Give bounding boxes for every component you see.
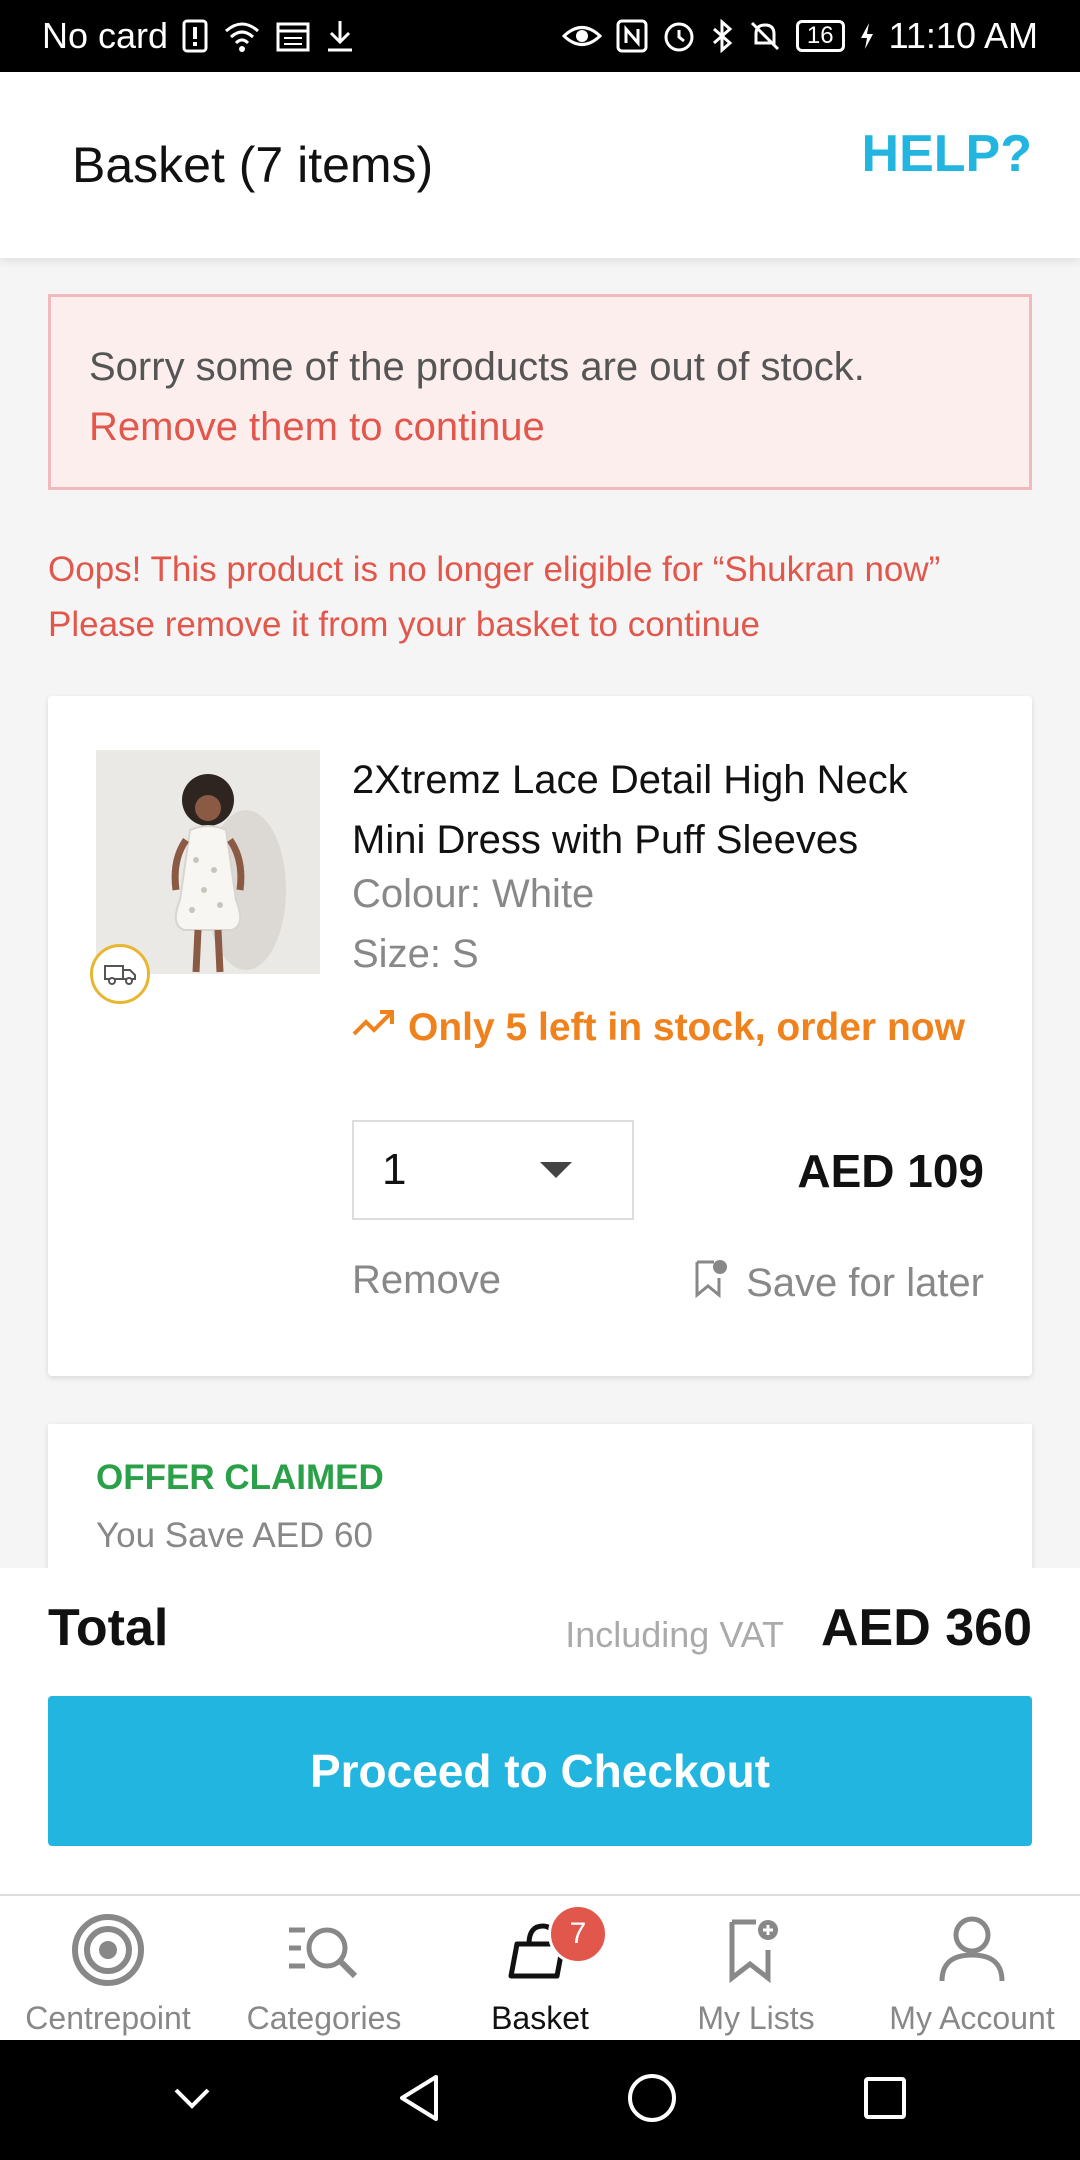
clock-time: 11:10 AM: [888, 15, 1038, 56]
calendar-icon: [276, 16, 310, 56]
eligibility-warning: Oops! This product is no longer eligible…: [48, 542, 1048, 652]
bookmark-add-icon: [716, 1910, 796, 1990]
nav-my-account[interactable]: My Account: [864, 1896, 1080, 2040]
total-value: AED 360: [821, 1599, 1032, 1657]
remove-button[interactable]: Remove: [352, 1258, 501, 1303]
help-link[interactable]: HELP?: [862, 124, 1032, 184]
eligibility-line-1: Oops! This product is no longer eligible…: [48, 550, 941, 589]
chevron-down-icon[interactable]: [172, 2086, 212, 2115]
offer-savings: You Save AED 60: [96, 1516, 373, 1555]
save-for-later-button[interactable]: Save for later: [694, 1258, 984, 1308]
alarm-icon: [662, 16, 696, 56]
carrier-text: No card: [42, 15, 169, 56]
wifi-icon: [222, 16, 262, 56]
nav-label: Basket: [491, 2000, 589, 2036]
eligibility-line-2: Please remove it from your basket to con…: [48, 605, 761, 644]
delivery-truck-icon: [90, 944, 150, 1004]
stock-message: Only 5 left in stock, order now: [408, 1006, 965, 1049]
product-name[interactable]: 2Xtremz Lace Detail High Neck Mini Dress…: [352, 750, 982, 870]
status-bar: No card 16 11:10 AM: [0, 0, 1080, 72]
alert-remove-link[interactable]: Remove them to continue: [89, 397, 991, 457]
home-icon[interactable]: [626, 2072, 678, 2129]
page-header: Basket (7 items) HELP?: [0, 72, 1080, 258]
nav-centrepoint[interactable]: Centrepoint: [0, 1896, 216, 2040]
nav-categories[interactable]: Categories: [216, 1896, 432, 2040]
bookmark-add-icon: [694, 1258, 728, 1308]
product-size: Size: S: [352, 932, 479, 976]
categories-search-icon: [284, 1910, 364, 1990]
trending-up-icon: [352, 1008, 396, 1054]
download-icon: [324, 16, 356, 56]
total-bar: Total Including VAT AED 360 Proceed to C…: [0, 1568, 1080, 1894]
nav-label: My Account: [889, 2000, 1055, 2036]
target-icon: [68, 1910, 148, 1990]
basket-content[interactable]: Sorry some of the products are out of st…: [0, 258, 1080, 1568]
android-navigation-bar: [0, 2040, 1080, 2160]
vat-note: Including VAT: [565, 1614, 784, 1655]
product-card: 2Xtremz Lace Detail High Neck Mini Dress…: [48, 696, 1032, 1376]
total-label: Total: [48, 1599, 169, 1657]
checkout-button[interactable]: Proceed to Checkout: [48, 1696, 1032, 1846]
basket-count-badge: 7: [548, 1904, 608, 1964]
nav-label: My Lists: [697, 2000, 815, 2036]
product-price: AED 109: [797, 1145, 984, 1197]
recents-icon[interactable]: [862, 2075, 908, 2126]
product-image[interactable]: [96, 750, 320, 974]
bluetooth-icon: [710, 16, 734, 56]
nav-label: Categories: [246, 2000, 402, 2036]
mute-icon: [748, 16, 782, 56]
nav-basket[interactable]: 7 Basket: [432, 1896, 648, 2040]
stock-warning: Only 5 left in stock, order now: [352, 1002, 972, 1054]
quantity-select[interactable]: 1: [352, 1120, 634, 1220]
eye-icon: [561, 16, 602, 56]
back-icon[interactable]: [396, 2073, 442, 2128]
out-of-stock-alert: Sorry some of the products are out of st…: [48, 294, 1032, 490]
user-icon: [932, 1910, 1012, 1990]
nav-label: Centrepoint: [25, 2000, 191, 2036]
page-title: Basket (7 items): [72, 137, 434, 193]
bottom-navigation: Centrepoint Categories 7 Basket My Lists…: [0, 1894, 1080, 2040]
status-left: No card: [42, 15, 356, 57]
offer-title: OFFER CLAIMED: [96, 1458, 384, 1497]
sim-alert-icon: [182, 16, 208, 56]
nfc-icon: [616, 16, 648, 56]
product-colour: Colour: White: [352, 872, 595, 916]
caret-down-icon: [540, 1162, 572, 1178]
status-right: 16 11:10 AM: [561, 15, 1038, 57]
charging-icon: [859, 16, 875, 56]
battery-level: 16: [795, 20, 845, 52]
alert-message: Sorry some of the products are out of st…: [89, 345, 865, 389]
offer-card: OFFER CLAIMED You Save AED 60: [48, 1424, 1032, 1568]
nav-my-lists[interactable]: My Lists: [648, 1896, 864, 2040]
quantity-value: 1: [382, 1145, 407, 1194]
save-for-later-label: Save for later: [746, 1260, 984, 1305]
